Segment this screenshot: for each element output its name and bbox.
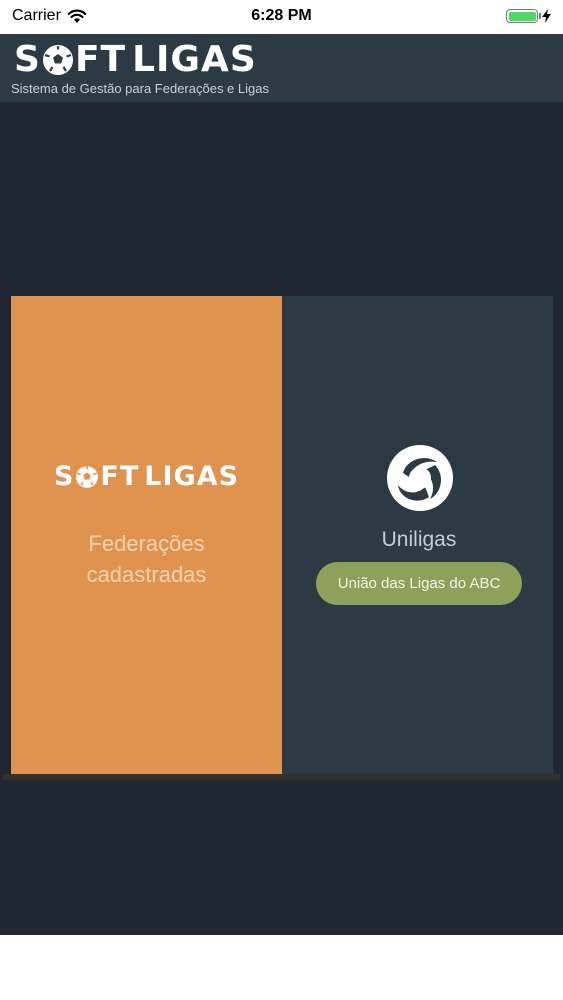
card-softligas-logo: S FT LIGAS (11, 461, 282, 493)
tagline: Sistema de Gestão para Federações e Liga… (11, 81, 269, 96)
clock: 6:28 PM (251, 7, 312, 24)
card-caption: Federações cadastradas (11, 528, 282, 590)
battery-icon (506, 9, 541, 23)
bottom-area (0, 935, 563, 1000)
uniao-das-ligas-button[interactable]: União das Ligas do ABC (316, 562, 522, 605)
battery-tip (539, 13, 541, 19)
logo-text-s: S (14, 39, 41, 80)
battery-group (506, 9, 551, 23)
federation-cards: S FT LIGAS Federações cadastradas Unilig… (11, 296, 553, 774)
caption-line-1: Federações (88, 531, 205, 556)
logo-text-ft: FT (74, 39, 127, 80)
softligas-card[interactable]: S FT LIGAS Federações cadastradas (11, 296, 282, 774)
logo-text-ligas: LIGAS (132, 39, 257, 80)
card-name: Uniligas (381, 528, 457, 551)
uniligas-logo-icon (387, 445, 453, 511)
app-header: S FT LIGAS Sistema de Gestão para Federa… (0, 34, 563, 102)
main-area: S FT LIGAS Federações cadastradas Unilig… (0, 102, 563, 935)
charging-bolt-icon (542, 9, 551, 23)
soccer-ball-icon (42, 45, 73, 75)
battery-level (508, 11, 536, 21)
uniligas-card[interactable]: Uniligas União das Ligas do ABC (285, 296, 553, 774)
card-logo-text-s: S (53, 461, 75, 492)
status-bar: Carrier 6:28 PM (0, 0, 563, 34)
card-logo-text-ligas: LIGAS (144, 461, 240, 492)
caption-line-2: cadastradas (86, 562, 207, 587)
cards-divider (3, 774, 560, 780)
softligas-logo[interactable]: S FT LIGAS (14, 40, 257, 80)
card-logo-text-ft: FT (100, 461, 140, 492)
soccer-ball-icon (76, 466, 99, 488)
